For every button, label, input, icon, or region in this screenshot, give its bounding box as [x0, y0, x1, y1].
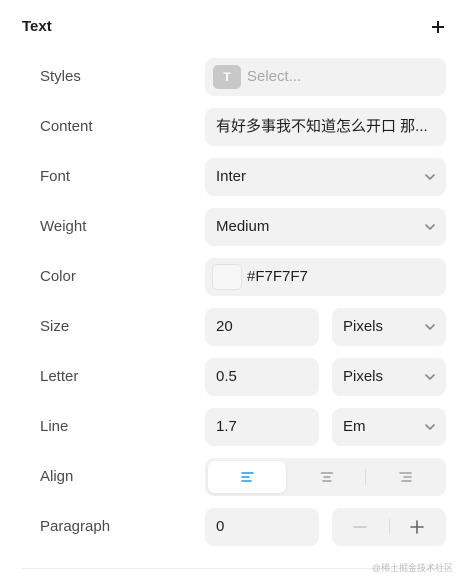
weight-value: Medium	[216, 218, 270, 235]
weight-label: Weight	[40, 218, 87, 235]
decrement-button[interactable]	[332, 508, 388, 546]
line-label: Line	[40, 418, 69, 435]
font-select[interactable]: Inter	[205, 158, 446, 196]
chevron-down-icon	[424, 372, 436, 382]
text-properties-panel: Text Styles T Select... Content 有好多事我不知道…	[0, 0, 457, 576]
line-value: 1.7	[216, 418, 237, 435]
font-label: Font	[40, 168, 71, 185]
weight-row: Weight Medium	[0, 208, 457, 246]
align-row: Align	[0, 458, 457, 496]
paragraph-stepper	[332, 508, 446, 546]
letter-row: Letter 0.5 Pixels	[0, 358, 457, 396]
section-title: Text	[22, 18, 52, 35]
color-label: Color	[40, 268, 76, 285]
letter-label: Letter	[40, 368, 79, 385]
panel-header: Text	[0, 0, 457, 56]
color-row: Color #F7F7F7	[0, 258, 457, 296]
align-right-button[interactable]	[365, 461, 443, 493]
size-value: 20	[216, 318, 233, 335]
chevron-down-icon	[424, 222, 436, 232]
align-center-button[interactable]	[287, 461, 365, 493]
line-height-input[interactable]: 1.7	[205, 408, 319, 446]
plus-icon	[410, 520, 424, 534]
content-input[interactable]: 有好多事我不知道怎么开口 那...	[205, 108, 446, 146]
paragraph-row: Paragraph 0	[0, 508, 457, 546]
content-label: Content	[40, 118, 93, 135]
increment-button[interactable]	[390, 508, 446, 546]
font-value: Inter	[216, 168, 247, 185]
content-value: 有好多事我不知道怎么开口 那...	[216, 118, 428, 135]
watermark: @稀土掘金技术社区	[371, 563, 453, 573]
size-unit-select[interactable]: Pixels	[332, 308, 446, 346]
styles-placeholder: Select...	[247, 68, 302, 85]
paragraph-value: 0	[216, 518, 225, 535]
color-value: #F7F7F7	[247, 268, 308, 285]
color-swatch[interactable]	[212, 264, 242, 290]
chevron-down-icon	[424, 172, 436, 182]
size-input[interactable]: 20	[205, 308, 319, 346]
font-row: Font Inter	[0, 158, 457, 196]
minus-icon	[353, 526, 367, 528]
content-row: Content 有好多事我不知道怎么开口 那...	[0, 108, 457, 146]
align-left-button[interactable]	[208, 461, 286, 493]
styles-row: Styles T Select...	[0, 58, 457, 96]
styles-select[interactable]: T Select...	[205, 58, 446, 96]
chevron-down-icon	[424, 422, 436, 432]
align-right-icon	[399, 472, 412, 482]
styles-label: Styles	[40, 68, 81, 85]
align-segmented-control	[205, 458, 446, 496]
align-label: Align	[40, 468, 74, 485]
letter-input[interactable]: 0.5	[205, 358, 319, 396]
paragraph-input[interactable]: 0	[205, 508, 319, 546]
align-center-icon	[320, 472, 334, 482]
size-label: Size	[40, 318, 70, 335]
size-row: Size 20 Pixels	[0, 308, 457, 346]
letter-unit-value: Pixels	[343, 368, 384, 385]
align-left-icon	[241, 472, 254, 482]
paragraph-label: Paragraph	[40, 518, 111, 535]
color-input[interactable]: #F7F7F7	[205, 258, 446, 296]
chevron-down-icon	[424, 322, 436, 332]
line-unit-select[interactable]: Em	[332, 408, 446, 446]
letter-unit-select[interactable]: Pixels	[332, 358, 446, 396]
weight-select[interactable]: Medium	[205, 208, 446, 246]
line-unit-value: Em	[343, 418, 366, 435]
line-row: Line 1.7 Em	[0, 408, 457, 446]
size-unit-value: Pixels	[343, 318, 384, 335]
plus-icon[interactable]	[428, 17, 448, 37]
text-style-icon: T	[213, 65, 241, 89]
letter-value: 0.5	[216, 368, 237, 385]
